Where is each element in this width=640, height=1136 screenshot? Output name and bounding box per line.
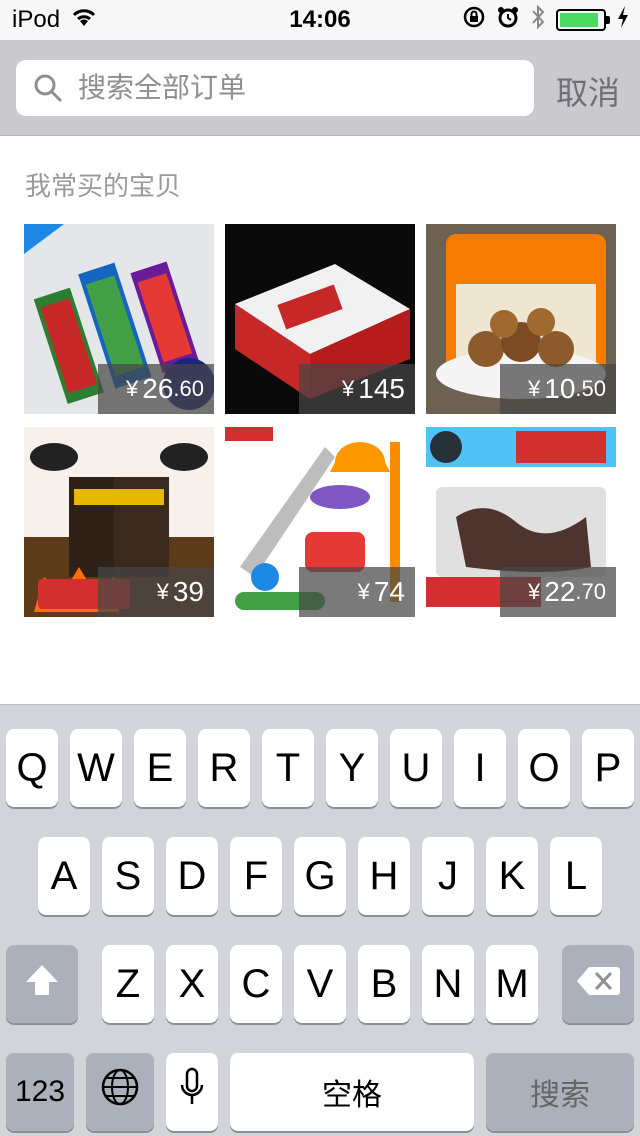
charging-bolt-icon: [616, 5, 630, 36]
status-bar: iPod 14:06: [0, 0, 640, 40]
price-tag: ¥ 39: [98, 567, 214, 617]
price-integer: 10: [544, 373, 576, 404]
key-l[interactable]: L: [550, 837, 602, 915]
key-y[interactable]: Y: [326, 729, 378, 807]
key-m[interactable]: M: [486, 945, 538, 1023]
wifi-icon: [70, 6, 98, 35]
currency-symbol: ¥: [126, 376, 139, 401]
product-card[interactable]: ¥ 22 .70: [426, 427, 616, 617]
rotation-lock-icon: [462, 5, 486, 36]
backspace-key[interactable]: [562, 945, 634, 1023]
currency-symbol: ¥: [156, 579, 169, 604]
app-root: iPod 14:06 搜索全部订单 取消 我常买的宝贝 ¥ 26 .60 ¥ 1…: [0, 0, 640, 1136]
price-integer: 22: [544, 576, 576, 607]
key-u[interactable]: U: [390, 729, 442, 807]
product-card[interactable]: ¥ 145: [225, 224, 415, 414]
key-q[interactable]: Q: [6, 729, 58, 807]
price-tag: ¥ 145: [299, 364, 415, 414]
key-c[interactable]: C: [230, 945, 282, 1023]
price-tag: ¥ 10 .50: [500, 364, 616, 414]
product-card[interactable]: ¥ 39: [24, 427, 214, 617]
battery-tip: [606, 16, 610, 24]
key-n[interactable]: N: [422, 945, 474, 1023]
price-integer: 26: [142, 373, 174, 404]
globe-icon: [100, 1067, 140, 1117]
search-box[interactable]: [16, 60, 534, 116]
key-v[interactable]: V: [294, 945, 346, 1023]
key-w[interactable]: W: [70, 729, 122, 807]
price-integer: 145: [358, 373, 405, 404]
numbers-key[interactable]: 123: [6, 1053, 74, 1131]
price-integer: 39: [172, 576, 204, 607]
space-key-label: 空格: [322, 1079, 382, 1112]
cancel-button[interactable]: 取消: [556, 68, 620, 114]
key-a[interactable]: A: [38, 837, 90, 915]
battery-fill: [560, 13, 598, 27]
globe-key[interactable]: [86, 1053, 154, 1131]
keyboard: Q W E R T Y U I O P A S D F G H J K L Z …: [0, 704, 640, 1136]
key-h[interactable]: H: [358, 837, 410, 915]
backspace-icon: [575, 962, 621, 1007]
key-z[interactable]: Z: [102, 945, 154, 1023]
bluetooth-icon: [530, 4, 546, 37]
key-x[interactable]: X: [166, 945, 218, 1023]
status-right: [462, 0, 630, 40]
search-icon: [28, 68, 68, 108]
status-left: iPod: [12, 0, 98, 40]
price-integer: 74: [373, 576, 405, 607]
battery-icon: [556, 9, 610, 31]
search-input[interactable]: [78, 72, 518, 104]
key-e[interactable]: E: [134, 729, 186, 807]
section-title: 我常买的宝贝: [25, 171, 182, 201]
currency-symbol: ¥: [528, 579, 541, 604]
key-f[interactable]: F: [230, 837, 282, 915]
microphone-icon: [180, 1067, 204, 1117]
product-card[interactable]: ¥ 74: [225, 427, 415, 617]
key-s[interactable]: S: [102, 837, 154, 915]
key-i[interactable]: I: [454, 729, 506, 807]
currency-symbol: ¥: [342, 376, 355, 401]
currency-symbol: ¥: [528, 376, 541, 401]
key-k[interactable]: K: [486, 837, 538, 915]
price-decimal: .70: [575, 579, 606, 604]
search-key[interactable]: 搜索: [486, 1053, 634, 1131]
shift-arrow-icon: [24, 962, 60, 1007]
key-o[interactable]: O: [518, 729, 570, 807]
numbers-key-label: 123: [14, 1075, 66, 1108]
alarm-icon: [496, 5, 520, 36]
carrier-label: iPod: [12, 6, 61, 33]
currency-symbol: ¥: [357, 579, 370, 604]
search-key-label: 搜索: [530, 1079, 590, 1112]
price-decimal: .60: [173, 376, 204, 401]
product-card[interactable]: ¥ 10 .50: [426, 224, 616, 414]
shift-key[interactable]: [6, 945, 78, 1023]
key-t[interactable]: T: [262, 729, 314, 807]
key-p[interactable]: P: [582, 729, 634, 807]
product-card[interactable]: ¥ 26 .60: [24, 224, 214, 414]
key-j[interactable]: J: [422, 837, 474, 915]
price-tag: ¥ 26 .60: [98, 364, 214, 414]
key-r[interactable]: R: [198, 729, 250, 807]
search-header: 取消: [0, 40, 640, 136]
key-g[interactable]: G: [294, 837, 346, 915]
price-tag: ¥ 22 .70: [500, 567, 616, 617]
key-b[interactable]: B: [358, 945, 410, 1023]
price-tag: ¥ 74: [299, 567, 415, 617]
price-decimal: .50: [575, 376, 606, 401]
microphone-key[interactable]: [166, 1053, 218, 1131]
space-key[interactable]: 空格: [230, 1053, 474, 1131]
key-d[interactable]: D: [166, 837, 218, 915]
